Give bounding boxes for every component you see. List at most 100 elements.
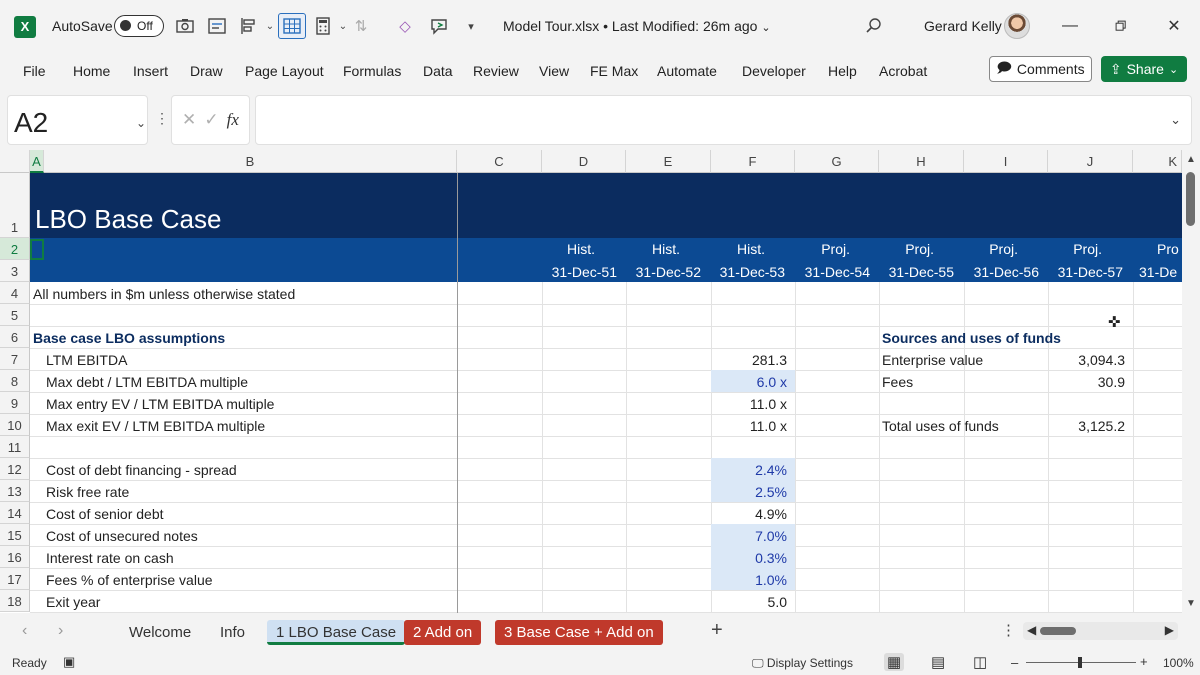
tab-help[interactable]: Help <box>828 63 857 79</box>
row-header-17[interactable]: 17 <box>0 568 30 590</box>
form-icon[interactable] <box>206 15 228 37</box>
row-header-5[interactable]: 5 <box>0 304 30 326</box>
autosave-toggle[interactable]: Off <box>114 15 164 37</box>
tab-view[interactable]: View <box>539 63 569 79</box>
sources-value[interactable]: 3,125.2 <box>1045 418 1125 434</box>
camera-icon[interactable] <box>174 15 196 37</box>
column-header-f[interactable]: F <box>711 150 795 173</box>
zoom-in-icon[interactable]: + <box>1140 654 1148 669</box>
assumption-value[interactable]: 4.9% <box>707 506 787 522</box>
assumption-label[interactable]: Cost of senior debt <box>46 506 164 522</box>
scroll-right-icon[interactable]: ▶ <box>1165 623 1174 637</box>
sheet-tab-lbo-base-case[interactable]: 1 LBO Base Case <box>267 620 406 645</box>
formula-input[interactable]: ⌄ <box>255 95 1192 145</box>
horizontal-scroll-thumb[interactable] <box>1040 627 1076 635</box>
scroll-left-icon[interactable]: ◀ <box>1027 623 1036 637</box>
tab-data[interactable]: Data <box>423 63 453 79</box>
close-icon[interactable]: ✕ <box>1162 14 1186 38</box>
assumption-value[interactable]: 11.0 x <box>707 396 787 412</box>
assumption-label[interactable]: Max exit EV / LTM EBITDA multiple <box>46 418 265 434</box>
sort-icon[interactable]: ⇅ <box>350 15 372 37</box>
name-box[interactable]: A2 ⌄ <box>7 95 148 145</box>
period-date-j[interactable]: 31-Dec-57 <box>1043 264 1123 280</box>
table-grid-icon[interactable] <box>278 13 306 39</box>
assumption-label[interactable]: Exit year <box>46 594 100 610</box>
sources-label[interactable]: Enterprise value <box>882 352 983 368</box>
assumption-value[interactable]: 281.3 <box>707 352 787 368</box>
period-date-g[interactable]: 31-Dec-54 <box>790 264 870 280</box>
row-header-16[interactable]: 16 <box>0 546 30 568</box>
period-type-e[interactable]: Hist. <box>600 241 680 257</box>
column-header-a[interactable]: A <box>30 150 44 173</box>
sources-label[interactable]: Fees <box>882 374 913 390</box>
sources-label[interactable]: Total uses of funds <box>882 418 999 434</box>
more-options-icon[interactable]: ⋮ <box>155 110 169 127</box>
row-header-15[interactable]: 15 <box>0 524 30 546</box>
expand-formula-icon[interactable]: ⌄ <box>1170 112 1181 128</box>
row-header-4[interactable]: 4 <box>0 282 30 304</box>
assumption-label[interactable]: Cost of debt financing - spread <box>46 462 237 478</box>
eraser-icon[interactable]: ◇ <box>394 15 416 37</box>
period-type-g[interactable]: Proj. <box>770 241 850 257</box>
period-type-h[interactable]: Proj. <box>854 241 934 257</box>
period-date-h[interactable]: 31-Dec-55 <box>874 264 954 280</box>
column-header-h[interactable]: H <box>879 150 964 173</box>
accessibility-icon[interactable]: ▣ <box>63 654 75 670</box>
zoom-level[interactable]: 100% <box>1163 656 1194 670</box>
assumption-label[interactable]: Fees % of enterprise value <box>46 572 213 588</box>
sources-value[interactable]: 30.9 <box>1045 374 1125 390</box>
row-header-18[interactable]: 18 <box>0 590 30 612</box>
tab-automate[interactable]: Automate <box>657 63 717 79</box>
assumption-input-value[interactable]: 1.0% <box>707 572 787 588</box>
customize-toolbar-icon[interactable]: ▾ <box>460 15 482 37</box>
assumption-label[interactable]: Interest rate on cash <box>46 550 174 566</box>
sheet-tab-base-case-add-on[interactable]: 3 Base Case + Add on <box>495 620 663 645</box>
chevron-down-icon[interactable]: ⌄ <box>136 116 146 130</box>
column-header-j[interactable]: J <box>1048 150 1133 173</box>
assumption-label[interactable]: Max debt / LTM EBITDA multiple <box>46 374 248 390</box>
tab-fe-max[interactable]: FE Max <box>590 63 638 79</box>
sources-heading[interactable]: Sources and uses of funds <box>882 330 1061 346</box>
period-date-k[interactable]: 31-De <box>1139 264 1177 280</box>
sources-value[interactable]: 3,094.3 <box>1045 352 1125 368</box>
column-header-i[interactable]: I <box>964 150 1048 173</box>
more-sheets-icon[interactable]: ⋮ <box>1001 621 1016 639</box>
assumption-input-value[interactable]: 2.5% <box>707 484 787 500</box>
horizontal-scrollbar[interactable]: ◀ ▶ <box>1023 622 1178 640</box>
align-icon[interactable] <box>238 15 260 37</box>
assumption-input-value[interactable]: 0.3% <box>707 550 787 566</box>
share-button[interactable]: ⇪ Share ⌄ <box>1101 56 1187 82</box>
tab-file[interactable]: File <box>23 63 46 79</box>
user-name[interactable]: Gerard Kelly <box>924 18 1002 34</box>
tab-draw[interactable]: Draw <box>190 63 223 79</box>
assumption-label[interactable]: Max entry EV / LTM EBITDA multiple <box>46 396 274 412</box>
cancel-icon[interactable]: ✕ <box>182 110 196 130</box>
zoom-out-icon[interactable]: – <box>1011 655 1018 670</box>
sheet-tab-info[interactable]: Info <box>211 620 254 645</box>
avatar[interactable] <box>1004 13 1030 39</box>
row-header-10[interactable]: 10 <box>0 414 30 436</box>
column-header-e[interactable]: E <box>626 150 711 173</box>
assumption-input-value[interactable]: 7.0% <box>707 528 787 544</box>
assumption-label[interactable]: Risk free rate <box>46 484 129 500</box>
row-header-7[interactable]: 7 <box>0 348 30 370</box>
row-header-9[interactable]: 9 <box>0 392 30 414</box>
row-header-1[interactable]: 1 <box>0 173 30 238</box>
row-header-11[interactable]: 11 <box>0 436 30 458</box>
tab-formulas[interactable]: Formulas <box>343 63 401 79</box>
column-header-b[interactable]: B <box>44 150 457 173</box>
active-cell-a2[interactable] <box>30 239 44 260</box>
comment-arrow-icon[interactable] <box>428 15 450 37</box>
period-type-j[interactable]: Proj. <box>1022 241 1102 257</box>
normal-view-icon[interactable]: ▦ <box>884 653 905 671</box>
page-break-view-icon[interactable]: ◫ <box>973 653 987 671</box>
column-header-k[interactable]: K <box>1133 150 1182 173</box>
assumption-input-value[interactable]: 6.0 x <box>707 374 787 390</box>
display-settings-button[interactable]: 🖵 Display Settings <box>752 656 853 671</box>
minimize-icon[interactable]: — <box>1058 14 1082 38</box>
period-date-d[interactable]: 31-Dec-51 <box>537 264 617 280</box>
restore-icon[interactable] <box>1109 14 1133 38</box>
tab-page-layout[interactable]: Page Layout <box>245 63 324 79</box>
row-header-6[interactable]: 6 <box>0 326 30 348</box>
add-sheet-icon[interactable]: + <box>711 619 723 642</box>
